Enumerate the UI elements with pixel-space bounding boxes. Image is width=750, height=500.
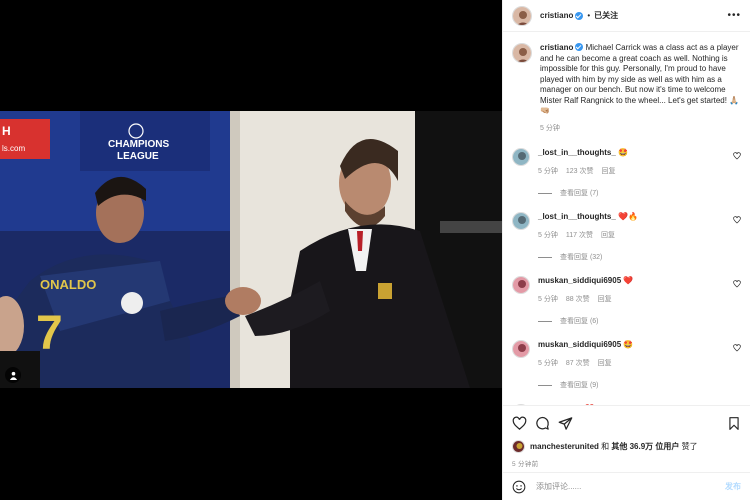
caption-time: 5 分钟 xyxy=(540,124,560,132)
commenter-avatar[interactable] xyxy=(512,148,530,166)
board-text-line1: CHAMPIONS xyxy=(108,139,169,150)
comment-text: 🤩 xyxy=(618,148,628,157)
post-actions: manchesterunited 和 其他 36.9万 位用户 赞了 5 分钟前 xyxy=(503,405,750,468)
commenter-username[interactable]: muskan_siddiqui6905 xyxy=(538,276,621,285)
jersey-text: ONALDO xyxy=(40,277,96,292)
view-replies-label: 查看回复 (9) xyxy=(560,382,599,389)
replies-line xyxy=(538,256,552,258)
action-icons xyxy=(512,414,741,432)
heart-outline-icon[interactable] xyxy=(733,280,741,288)
comments-area[interactable]: cristiano Michael Carrick was a class ac… xyxy=(503,33,750,405)
post-comment-button[interactable]: 发布 xyxy=(725,481,741,492)
post-header: cristiano • 已关注 ••• xyxy=(503,0,750,32)
board-url: ls.com xyxy=(2,144,25,153)
verified-badge-icon xyxy=(575,43,584,51)
reply-button[interactable]: 回复 xyxy=(598,296,612,303)
more-options-icon[interactable]: ••• xyxy=(727,10,741,21)
likes-middle-text: 和 xyxy=(598,442,612,451)
comment-input[interactable] xyxy=(536,482,725,491)
view-replies-label: 查看回复 (32) xyxy=(560,254,603,261)
author-username[interactable]: cristiano xyxy=(540,11,573,20)
jersey-number: 7 xyxy=(36,307,63,360)
comment-likes[interactable]: 123 次赞 xyxy=(566,168,594,175)
post-photo[interactable]: H ls.com CHAMPIONS LEAGUE ONALDO 7 xyxy=(0,111,502,388)
add-comment-bar: 发布 xyxy=(503,472,750,500)
view-replies-button[interactable]: 查看回复 (6) xyxy=(538,316,741,326)
heart-outline-icon[interactable] xyxy=(733,344,741,352)
comment-text: ❤️ xyxy=(623,276,634,285)
comment-time[interactable]: 5 分钟 xyxy=(538,360,558,367)
board-text-line2: LEAGUE xyxy=(117,151,159,162)
comment-item: _lost_in__thoughts_ ❤️🔥 5 分钟 117 次赞 回复 查看回… xyxy=(512,212,741,262)
board-text-small: H xyxy=(2,124,11,138)
caption-text: Michael Carrick was a class act as a pla… xyxy=(540,43,740,115)
view-replies-label: 查看回复 (6) xyxy=(560,318,599,325)
commenter-username[interactable]: _lost_in__thoughts_ xyxy=(538,148,616,157)
commenter-avatar[interactable] xyxy=(512,276,530,294)
verified-badge-icon xyxy=(575,11,584,20)
side-panel: cristiano • 已关注 ••• cristiano Michael Ca… xyxy=(502,0,750,500)
post-timestamp[interactable]: 5 分钟前 xyxy=(512,458,741,468)
view-replies-button[interactable]: 查看回复 (7) xyxy=(538,188,741,198)
liker-avatar[interactable] xyxy=(512,440,525,453)
commenter-username[interactable]: _lost_in__thoughts_ xyxy=(538,212,616,221)
comment-text: ❤️🔥 xyxy=(618,212,638,221)
view-replies-label: 查看回复 (7) xyxy=(560,190,599,197)
comment-time[interactable]: 5 分钟 xyxy=(538,232,558,239)
save-bookmark-icon[interactable] xyxy=(727,416,741,431)
likes-suffix: 赞了 xyxy=(679,442,698,451)
comment-time[interactable]: 5 分钟 xyxy=(538,168,558,175)
comment-likes[interactable]: 88 次赞 xyxy=(566,296,590,303)
caption-avatar[interactable] xyxy=(512,43,532,63)
likes-others-link[interactable]: 其他 36.9万 位用户 xyxy=(611,442,679,451)
likes-summary: manchesterunited 和 其他 36.9万 位用户 赞了 xyxy=(512,440,741,453)
media-pane: H ls.com CHAMPIONS LEAGUE ONALDO 7 xyxy=(0,0,502,500)
reply-button[interactable]: 回复 xyxy=(601,168,615,175)
reply-button[interactable]: 回复 xyxy=(601,232,615,239)
replies-line xyxy=(538,384,552,386)
commenter-avatar[interactable] xyxy=(512,340,530,358)
comment-item: muskan_siddiqui6905 🤩 5 分钟 87 次赞 回复 查看回复 (… xyxy=(512,340,741,390)
caption-username[interactable]: cristiano xyxy=(540,43,573,52)
view-replies-button[interactable]: 查看回复 (9) xyxy=(538,380,741,390)
comment-item: muskan_siddiqui6905 ❤️ 5 分钟 88 次赞 回复 查看回复 … xyxy=(512,276,741,326)
commenter-username[interactable]: muskan_siddiqui6905 xyxy=(538,340,621,349)
view-replies-button[interactable]: 查看回复 (32) xyxy=(538,252,741,262)
commenter-avatar[interactable] xyxy=(512,212,530,230)
author-avatar[interactable] xyxy=(512,5,532,26)
comment-time[interactable]: 5 分钟 xyxy=(538,296,558,303)
liker-username[interactable]: manchesterunited xyxy=(530,442,599,451)
replies-line xyxy=(538,192,552,194)
comment-likes[interactable]: 87 次赞 xyxy=(566,360,590,367)
post-caption: cristiano Michael Carrick was a class ac… xyxy=(512,43,741,134)
reply-button[interactable]: 回复 xyxy=(598,360,612,367)
heart-outline-icon[interactable] xyxy=(733,152,741,160)
comment-item: _lost_in__thoughts_ 🤩 5 分钟 123 次赞 回复 查看回复 … xyxy=(512,148,741,198)
comment-bubble-icon[interactable] xyxy=(535,416,550,431)
emoji-icon[interactable] xyxy=(512,480,526,494)
tagged-users-button[interactable] xyxy=(5,367,21,383)
share-send-icon[interactable] xyxy=(558,416,573,431)
like-heart-icon[interactable] xyxy=(512,416,527,431)
comment-text: 🤩 xyxy=(623,340,634,349)
follow-state-button[interactable]: 已关注 xyxy=(594,10,618,21)
heart-outline-icon[interactable] xyxy=(733,216,741,224)
person-icon xyxy=(9,371,17,380)
separator-dot: • xyxy=(587,11,591,20)
replies-line xyxy=(538,320,552,322)
comment-likes[interactable]: 117 次赞 xyxy=(566,232,593,239)
